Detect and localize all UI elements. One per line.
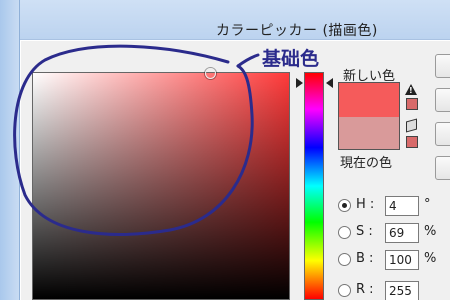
annotation-circle: [13, 44, 254, 236]
annotation-pointer: [236, 53, 260, 68]
annotation-label: 基础色: [262, 48, 320, 70]
annotation-overlay: [13, 44, 260, 236]
